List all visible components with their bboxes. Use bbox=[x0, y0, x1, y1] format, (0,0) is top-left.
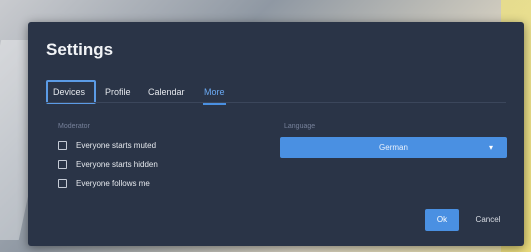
tab-profile[interactable]: Profile bbox=[100, 80, 136, 104]
settings-dialog: Settings Devices Profile Calendar More M… bbox=[28, 22, 524, 246]
option-label: Everyone starts muted bbox=[76, 140, 157, 150]
moderator-section-label: Moderator bbox=[58, 123, 90, 130]
ok-button[interactable]: Ok bbox=[425, 209, 459, 231]
checkbox-everyone-starts-muted[interactable] bbox=[58, 140, 67, 150]
language-selected-value: German bbox=[379, 143, 408, 152]
language-section-label: Language bbox=[284, 123, 316, 130]
option-label: Everyone follows me bbox=[76, 178, 150, 188]
tab-more[interactable]: More bbox=[199, 80, 230, 105]
tabs-divider bbox=[46, 102, 506, 103]
chevron-down-icon: ▾ bbox=[488, 143, 493, 152]
option-label: Everyone starts hidden bbox=[76, 159, 158, 169]
dialog-title: Settings bbox=[46, 40, 114, 59]
checkbox-everyone-follows-me[interactable] bbox=[58, 178, 67, 188]
option-everyone-follows-me[interactable]: Everyone follows me bbox=[58, 176, 150, 190]
checkbox-everyone-starts-hidden[interactable] bbox=[58, 159, 67, 169]
cancel-button[interactable]: Cancel bbox=[466, 209, 510, 231]
tab-calendar[interactable]: Calendar bbox=[143, 80, 190, 104]
language-select[interactable]: German ▾ bbox=[280, 137, 507, 158]
option-everyone-starts-hidden[interactable]: Everyone starts hidden bbox=[58, 157, 158, 171]
tab-devices[interactable]: Devices bbox=[46, 80, 96, 104]
option-everyone-starts-muted[interactable]: Everyone starts muted bbox=[58, 138, 156, 152]
